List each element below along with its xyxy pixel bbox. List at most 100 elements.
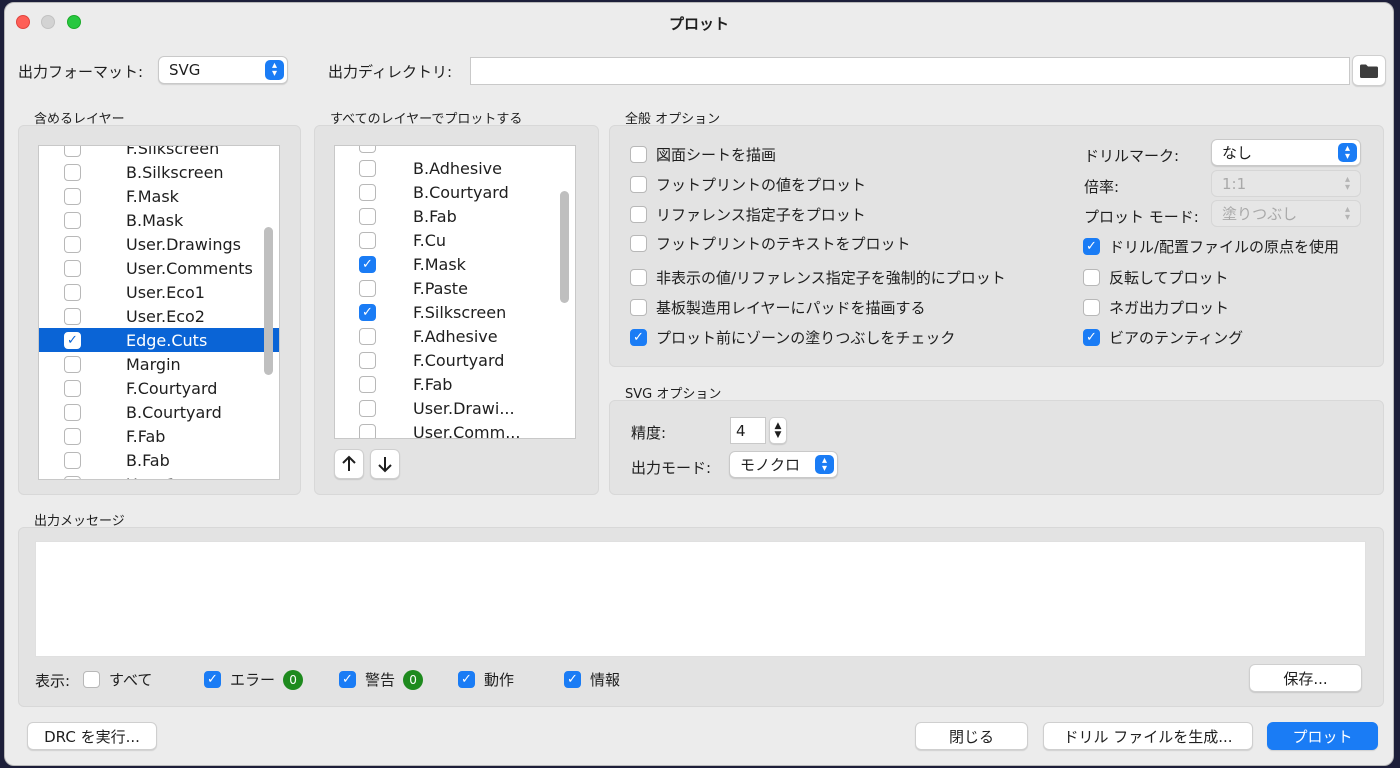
checkbox[interactable] bbox=[630, 235, 647, 252]
all-layer-row[interactable] bbox=[335, 146, 575, 156]
output-mode-select[interactable]: モノクロ ▴ ▾ bbox=[729, 451, 838, 478]
all-layer-row[interactable]: User.Comm... bbox=[335, 420, 575, 438]
message-filter[interactable]: すべて bbox=[83, 669, 152, 690]
checkbox-checked[interactable]: ✓ bbox=[359, 303, 376, 321]
checkbox[interactable] bbox=[359, 279, 376, 297]
checkbox[interactable] bbox=[630, 206, 647, 223]
checkbox-checked[interactable]: ✓ bbox=[458, 671, 475, 688]
checkbox[interactable] bbox=[64, 187, 81, 205]
checkbox[interactable] bbox=[64, 146, 81, 157]
layer-row[interactable]: User.Eco1 bbox=[39, 280, 279, 304]
checkbox[interactable] bbox=[630, 269, 647, 286]
layer-row[interactable]: F.Fab bbox=[39, 424, 279, 448]
checkbox[interactable] bbox=[630, 299, 647, 316]
checkbox[interactable] bbox=[359, 375, 376, 393]
checkbox-checked[interactable]: ✓ bbox=[339, 671, 356, 688]
checkbox-checked[interactable]: ✓ bbox=[1083, 329, 1100, 346]
message-filter[interactable]: ✓ 動作 bbox=[458, 669, 514, 690]
general-option[interactable]: 図面シートを描画 bbox=[630, 144, 776, 165]
layer-row[interactable]: B.Courtyard bbox=[39, 400, 279, 424]
checkbox[interactable] bbox=[359, 207, 376, 225]
generate-drill-files-button[interactable]: ドリル ファイルを生成... bbox=[1043, 722, 1253, 750]
general-option-right[interactable]: ✓ ビアのテンティング bbox=[1083, 327, 1243, 348]
output-directory-input[interactable] bbox=[470, 57, 1350, 85]
scale-select[interactable]: 1:1 ▴ ▾ bbox=[1211, 170, 1361, 197]
checkbox[interactable] bbox=[64, 355, 81, 373]
messages-output-area[interactable] bbox=[35, 541, 1366, 657]
general-option[interactable]: ✓ プロット前にゾーンの塗りつぶしをチェック bbox=[630, 327, 955, 348]
precision-input[interactable]: 4 bbox=[730, 417, 766, 444]
all-layer-row[interactable]: ✓ F.Silkscreen bbox=[335, 300, 575, 324]
layers-list-scrollbar[interactable] bbox=[264, 227, 273, 375]
checkbox[interactable] bbox=[64, 235, 81, 253]
checkbox[interactable] bbox=[359, 159, 376, 177]
checkbox-checked[interactable]: ✓ bbox=[630, 329, 647, 346]
checkbox[interactable] bbox=[64, 403, 81, 421]
checkbox[interactable] bbox=[359, 231, 376, 249]
move-down-button[interactable] bbox=[370, 449, 400, 479]
general-option[interactable]: フットプリントの値をプロット bbox=[630, 174, 866, 195]
layer-row[interactable]: Margin bbox=[39, 352, 279, 376]
checkbox-checked[interactable]: ✓ bbox=[564, 671, 581, 688]
checkbox[interactable] bbox=[359, 146, 376, 153]
checkbox[interactable] bbox=[64, 427, 81, 445]
general-option-right[interactable]: ネガ出力プロット bbox=[1083, 297, 1229, 318]
layer-row[interactable]: User.1 bbox=[39, 472, 279, 479]
checkbox[interactable] bbox=[64, 307, 81, 325]
drill-marks-select[interactable]: なし ▴ ▾ bbox=[1211, 139, 1361, 166]
plot-mode-select[interactable]: 塗りつぶし ▴ ▾ bbox=[1211, 200, 1361, 227]
layer-row[interactable]: User.Drawings bbox=[39, 232, 279, 256]
all-layer-row[interactable]: B.Adhesive bbox=[335, 156, 575, 180]
general-option[interactable]: 非表示の値/リファレンス指定子を強制的にプロット bbox=[630, 267, 1006, 288]
checkbox[interactable] bbox=[359, 183, 376, 201]
checkbox[interactable] bbox=[630, 146, 647, 163]
checkbox[interactable] bbox=[1083, 269, 1100, 286]
layer-row[interactable]: B.Fab bbox=[39, 448, 279, 472]
all-layer-row[interactable]: ✓ F.Mask bbox=[335, 252, 575, 276]
all-layers-list[interactable]: B.Adhesive B.Courtyard B.Fab F.Cu ✓ F.Mask F.P… bbox=[334, 145, 576, 439]
checkbox-checked[interactable]: ✓ bbox=[204, 671, 221, 688]
all-layer-row[interactable]: User.Drawi... bbox=[335, 396, 575, 420]
checkbox[interactable] bbox=[64, 475, 81, 479]
checkbox[interactable] bbox=[83, 671, 100, 688]
general-option[interactable]: フットプリントのテキストをプロット bbox=[630, 233, 911, 254]
layer-row[interactable]: B.Silkscreen bbox=[39, 160, 279, 184]
checkbox[interactable] bbox=[359, 399, 376, 417]
checkbox[interactable] bbox=[64, 163, 81, 181]
all-layer-row[interactable]: B.Courtyard bbox=[335, 180, 575, 204]
plot-button[interactable]: プロット bbox=[1267, 722, 1378, 750]
all-layer-row[interactable]: F.Paste bbox=[335, 276, 575, 300]
close-button[interactable]: 閉じる bbox=[915, 722, 1028, 750]
checkbox[interactable] bbox=[1083, 299, 1100, 316]
checkbox[interactable] bbox=[64, 259, 81, 277]
layer-row[interactable]: F.Silkscreen bbox=[39, 146, 279, 160]
layer-row[interactable]: User.Comments bbox=[39, 256, 279, 280]
message-filter[interactable]: ✓ エラー 0 bbox=[204, 669, 304, 690]
move-up-button[interactable] bbox=[334, 449, 364, 479]
all-layer-row[interactable]: F.Adhesive bbox=[335, 324, 575, 348]
all-layer-row[interactable]: F.Courtyard bbox=[335, 348, 575, 372]
run-drc-button[interactable]: DRC を実行... bbox=[27, 722, 157, 750]
checkbox-checked[interactable]: ✓ bbox=[1083, 238, 1100, 255]
general-option-right[interactable]: ✓ ドリル/配置ファイルの原点を使用 bbox=[1083, 236, 1339, 257]
message-filter[interactable]: ✓ 情報 bbox=[564, 669, 620, 690]
checkbox[interactable] bbox=[359, 423, 376, 438]
general-option-right[interactable]: 反転してプロット bbox=[1083, 267, 1229, 288]
checkbox[interactable] bbox=[64, 379, 81, 397]
checkbox-checked[interactable]: ✓ bbox=[64, 331, 81, 349]
checkbox[interactable] bbox=[64, 283, 81, 301]
layers-list[interactable]: F.Silkscreen B.Silkscreen F.Mask B.Mask User… bbox=[38, 145, 280, 480]
message-filter[interactable]: ✓ 警告 0 bbox=[339, 669, 424, 690]
all-layer-row[interactable]: F.Fab bbox=[335, 372, 575, 396]
layer-row[interactable]: B.Mask bbox=[39, 208, 279, 232]
general-option[interactable]: リファレンス指定子をプロット bbox=[630, 204, 866, 225]
checkbox[interactable] bbox=[359, 327, 376, 345]
all-layer-row[interactable]: F.Cu bbox=[335, 228, 575, 252]
checkbox[interactable] bbox=[64, 451, 81, 469]
browse-folder-button[interactable] bbox=[1352, 55, 1386, 86]
precision-stepper[interactable]: ▲ ▼ bbox=[769, 417, 787, 444]
all-layers-list-scrollbar[interactable] bbox=[560, 191, 569, 303]
layer-row[interactable]: User.Eco2 bbox=[39, 304, 279, 328]
general-option[interactable]: 基板製造用レイヤーにパッドを描画する bbox=[630, 297, 926, 318]
layer-row[interactable]: F.Courtyard bbox=[39, 376, 279, 400]
